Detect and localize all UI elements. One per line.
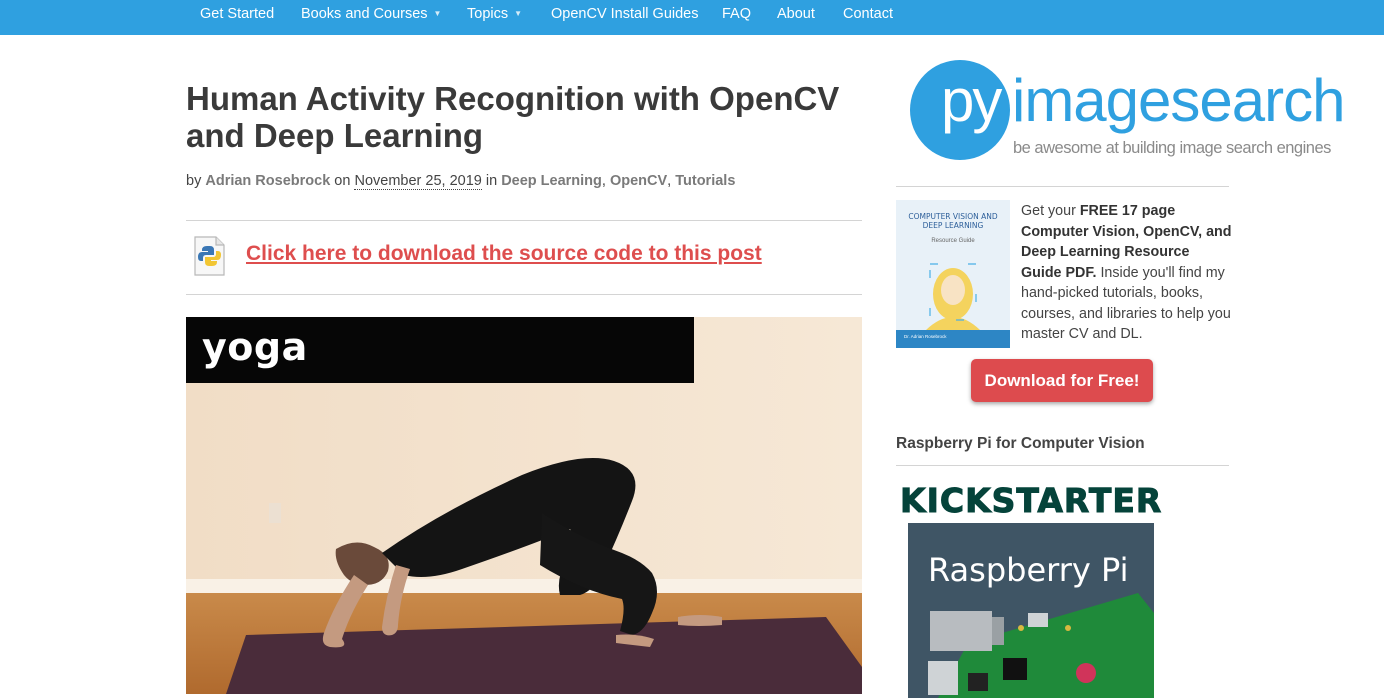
divider	[896, 465, 1229, 466]
book-subtitle: Resource Guide	[931, 238, 975, 244]
kickstarter-logo[interactable]: KICKSTARTER	[899, 481, 1162, 521]
promo-intro: Get your	[1021, 203, 1076, 219]
divider	[896, 186, 1229, 187]
divider	[186, 220, 862, 221]
logo-wordmark: imagesearch	[1012, 67, 1346, 134]
logo-py: py	[941, 67, 1002, 134]
chevron-down-icon: ▼	[514, 9, 523, 18]
meta-on: on	[334, 173, 351, 189]
author-link[interactable]: Adrian Rosebrock	[205, 173, 330, 189]
promo-text: Get your FREE 17 page Computer Vision, O…	[1021, 201, 1233, 345]
rpi-section-heading: Raspberry Pi for Computer Vision	[896, 435, 1145, 452]
download-free-button[interactable]: Download for Free!	[971, 359, 1153, 402]
logo-tagline: be awesome at building image search engi…	[1013, 139, 1331, 157]
post-date: November 25, 2019	[354, 173, 482, 190]
meta-by: by	[186, 173, 202, 189]
hero-label: yoga	[202, 325, 308, 369]
nav-about[interactable]: About	[777, 0, 815, 28]
download-source-link[interactable]: Click here to download the source code t…	[246, 242, 762, 266]
post-title: Human Activity Recognition with OpenCV a…	[186, 80, 840, 154]
category-link-opencv[interactable]: OpenCV	[610, 173, 667, 189]
raspberry-pi-board-illustration	[908, 523, 1154, 698]
nav-opencv-install-guides[interactable]: OpenCV Install Guides	[551, 0, 699, 28]
top-nav: Get Started Books and Courses ▼ Topics ▼ O…	[0, 0, 1384, 35]
nav-topics[interactable]: Topics ▼	[467, 0, 522, 28]
nav-books-and-courses[interactable]: Books and Courses ▼	[301, 0, 441, 28]
hero-gif: yoga	[186, 317, 862, 694]
rpi-book-cover[interactable]: Raspberry Pi	[908, 523, 1154, 698]
meta-in: in	[485, 173, 498, 189]
book-title: COMPUTER VISION AND DEEP LEARNING	[908, 212, 998, 230]
resource-guide-cover[interactable]: COMPUTER VISION AND DEEP LEARNING Resour…	[896, 200, 1010, 348]
nav-get-started[interactable]: Get Started	[200, 0, 274, 28]
category-link-deep-learning[interactable]: Deep Learning	[501, 173, 602, 189]
chevron-down-icon: ▼	[433, 9, 442, 18]
nav-faq[interactable]: FAQ	[722, 0, 751, 28]
python-file-icon[interactable]	[192, 236, 226, 276]
category-link-tutorials[interactable]: Tutorials	[675, 173, 735, 189]
divider	[186, 294, 862, 295]
book-author: Dr. Adrian Rosebrock	[904, 334, 947, 339]
rpi-cover-title: Raspberry Pi	[928, 551, 1129, 589]
nav-contact[interactable]: Contact	[843, 0, 893, 28]
post-meta: by Adrian Rosebrock on November 25, 2019…	[186, 173, 736, 190]
